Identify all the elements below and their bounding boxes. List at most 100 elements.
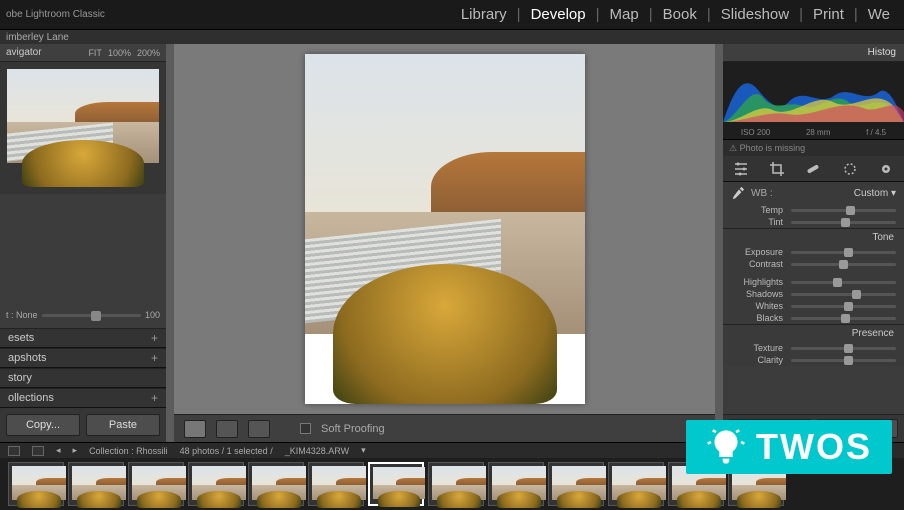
secondary-display-icon[interactable] [8,446,20,456]
navigator-preview[interactable] [0,62,166,194]
navigator-header[interactable]: avigator FIT 100% 200% [0,44,166,62]
highlights-slider[interactable] [791,281,896,284]
identity-plate: imberley Lane [0,30,904,44]
filmstrip-thumb[interactable] [428,462,484,506]
shadows-slider[interactable] [791,293,896,296]
soft-proofing-label: Soft Proofing [321,423,385,435]
module-print[interactable]: Print [803,6,854,23]
temp-label: Temp [731,205,783,215]
filmstrip-thumb[interactable] [308,462,364,506]
dropdown-icon[interactable]: ▾ [361,445,366,456]
filmstrip-thumb[interactable] [128,462,184,506]
histogram[interactable]: ISO 200 28 mm f / 4.5 [723,62,904,140]
before-after-tb-button[interactable] [248,420,270,438]
exposure-slider[interactable] [791,251,896,254]
contrast-slider[interactable] [791,263,896,266]
go-forward-icon[interactable]: ▸ [73,445,78,456]
redeye-icon[interactable] [878,161,894,177]
eyedropper-icon[interactable] [731,186,745,200]
current-filename: _KIM4328.ARW [285,446,349,456]
filmstrip-thumb[interactable] [608,462,664,506]
collection-label: Collection : [89,446,134,456]
copy-button[interactable]: Copy... [6,414,80,436]
watermark-badge: TWOS [686,420,892,474]
module-picker: Library| Develop| Map| Book| Slideshow| … [451,6,904,23]
filmstrip-thumb[interactable] [68,462,124,506]
slider-label: Blacks [731,313,783,323]
develop-tool-strip [723,156,904,182]
tint-label: Tint [731,217,783,227]
plus-icon[interactable]: + [151,331,158,345]
wb-dropdown[interactable]: Custom ▾ [854,188,896,199]
slider-label: Clarity [731,355,783,365]
tint-slider[interactable] [791,221,896,224]
texture-slider[interactable] [791,347,896,350]
presets-label: esets [8,332,34,344]
zoom-100[interactable]: 100% [108,48,131,58]
slider-label: Highlights [731,277,783,287]
whites-slider[interactable] [791,305,896,308]
slider-label: Texture [731,343,783,353]
preset-amount-row: t : None 100 [0,302,166,328]
before-after-lr-button[interactable] [216,420,238,438]
module-slideshow[interactable]: Slideshow [711,6,799,23]
develop-toolbar: Soft Proofing [174,414,715,442]
history-section[interactable]: story [0,368,166,388]
right-panel: Histog ISO 200 28 mm f / 4.5 ⚠ Photo is … [723,44,904,442]
histogram-header[interactable]: Histog [723,44,904,62]
filmstrip-thumb[interactable] [8,462,64,506]
module-library[interactable]: Library [451,6,517,23]
presence-title: Presence [723,324,904,342]
filmstrip-thumb[interactable] [248,462,304,506]
plus-icon[interactable]: + [151,351,158,365]
clarity-slider[interactable] [791,359,896,362]
slider-label: Contrast [731,259,783,269]
center-stage: Soft Proofing [166,44,723,442]
left-panel: avigator FIT 100% 200% t : None 100 eset… [0,44,166,442]
filmstrip-thumb[interactable] [368,462,424,506]
snapshots-section[interactable]: apshots+ [0,348,166,368]
module-develop[interactable]: Develop [521,6,596,23]
healing-icon[interactable] [805,161,821,177]
crop-icon[interactable] [769,161,785,177]
soft-proofing-checkbox[interactable] [300,423,311,434]
filmstrip-thumb[interactable] [548,462,604,506]
module-book[interactable]: Book [653,6,707,23]
preset-amount-slider[interactable] [42,314,141,317]
plus-icon[interactable]: + [151,391,158,405]
preset-value: 100 [145,310,160,320]
loupe-view-button[interactable] [184,420,206,438]
wb-label: WB : [751,188,773,199]
collections-section[interactable]: ollections+ [0,388,166,408]
collection-name[interactable]: Rhossili [136,446,168,456]
navigator-title: avigator [6,47,42,58]
mask-icon[interactable] [842,161,858,177]
filmstrip-thumb[interactable] [188,462,244,506]
preset-label: t : None [6,310,38,320]
basic-sliders-icon[interactable] [733,161,749,177]
photo-missing-warning: ⚠ Photo is missing [723,140,904,156]
temp-slider[interactable] [791,209,896,212]
histo-aperture: f / 4.5 [866,128,886,137]
histo-iso: ISO 200 [741,128,770,137]
slider-label: Shadows [731,289,783,299]
photo-count: 48 photos / 1 selected / [180,446,273,456]
module-web[interactable]: We [858,6,900,23]
app-name: obe Lightroom Classic [0,9,111,20]
go-back-icon[interactable]: ◂ [56,445,61,456]
grid-icon[interactable] [32,446,44,456]
paste-button[interactable]: Paste [86,414,160,436]
zoom-200[interactable]: 200% [137,48,160,58]
module-map[interactable]: Map [600,6,649,23]
presets-section[interactable]: esets + [0,328,166,348]
histo-focal: 28 mm [806,128,830,137]
white-balance-row: WB : Custom ▾ [723,182,904,204]
slider-label: Exposure [731,247,783,257]
blacks-slider[interactable] [791,317,896,320]
history-label: story [8,372,32,384]
watermark-text: TWOS [756,426,872,468]
zoom-fit[interactable]: FIT [88,48,102,58]
lightbulb-icon [706,427,746,467]
filmstrip-thumb[interactable] [488,462,544,506]
image-viewport[interactable] [174,44,715,414]
